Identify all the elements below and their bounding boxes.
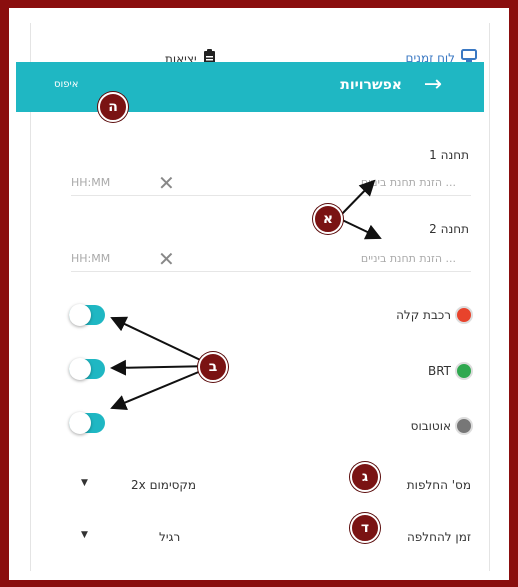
transfer-time-select[interactable]: רגיל (159, 530, 180, 544)
toggle-light-rail[interactable] (69, 304, 105, 326)
stop-1-time-input[interactable]: HH:MM (71, 176, 110, 189)
stop-1-row: ... הזנת תחנת ביניים ✕ HH:MM (31, 170, 489, 196)
transfers-select[interactable]: מקסימום 2x (131, 478, 196, 492)
clear-stop-1-icon[interactable]: ✕ (158, 171, 175, 195)
annotation-badge-c: ג (350, 462, 380, 492)
reset-button[interactable]: איפוס (54, 79, 78, 90)
stop-2-time-input[interactable]: HH:MM (71, 252, 110, 265)
toggle-brt[interactable] (69, 358, 105, 380)
transfers-row[interactable]: מס' החלפות מקסימום 2x ▼ (31, 472, 489, 502)
stop-2-row: ... הזנת תחנת ביניים ✕ HH:MM (31, 246, 489, 272)
brt-icon (455, 362, 473, 380)
transfers-label: מס' החלפות (406, 478, 471, 492)
transfer-time-row[interactable]: זמן להחלפה רגיל ▼ (31, 524, 489, 554)
options-bar: → אפשרויות איפוס (16, 62, 484, 112)
annotation-badge-b: ב (198, 352, 228, 382)
options-title: אפשרויות (340, 77, 402, 93)
bus-icon (455, 417, 473, 435)
mode-label-brt: BRT (427, 364, 451, 378)
clear-stop-2-icon[interactable]: ✕ (158, 247, 175, 271)
light-rail-icon (455, 306, 473, 324)
divider (71, 271, 471, 272)
stop-1-label: תחנה 1 (429, 148, 469, 162)
stop-2-input[interactable]: ... הזנת תחנת ביניים (361, 252, 456, 265)
mode-label-bus: אוטובוס (410, 419, 451, 433)
transfer-time-label: זמן להחלפה (406, 530, 471, 544)
stop-2-label: תחנה 2 (429, 222, 469, 236)
caret-down-icon[interactable]: ▼ (81, 530, 88, 540)
stop-1-input[interactable]: ... הזנת תחנת ביניים (361, 176, 456, 189)
toggle-knob (69, 412, 91, 434)
mode-label-light-rail: רכבת קלה (396, 308, 451, 322)
caret-down-icon[interactable]: ▼ (81, 478, 88, 488)
divider (71, 195, 471, 196)
toggle-bus[interactable] (69, 412, 105, 434)
toggle-knob (69, 358, 91, 380)
annotation-badge-a: א (313, 204, 343, 234)
arrow-right-icon[interactable]: → (424, 72, 442, 97)
annotation-badge-e: ה (98, 92, 128, 122)
toggle-knob (69, 304, 91, 326)
annotation-badge-d: ד (350, 513, 380, 543)
